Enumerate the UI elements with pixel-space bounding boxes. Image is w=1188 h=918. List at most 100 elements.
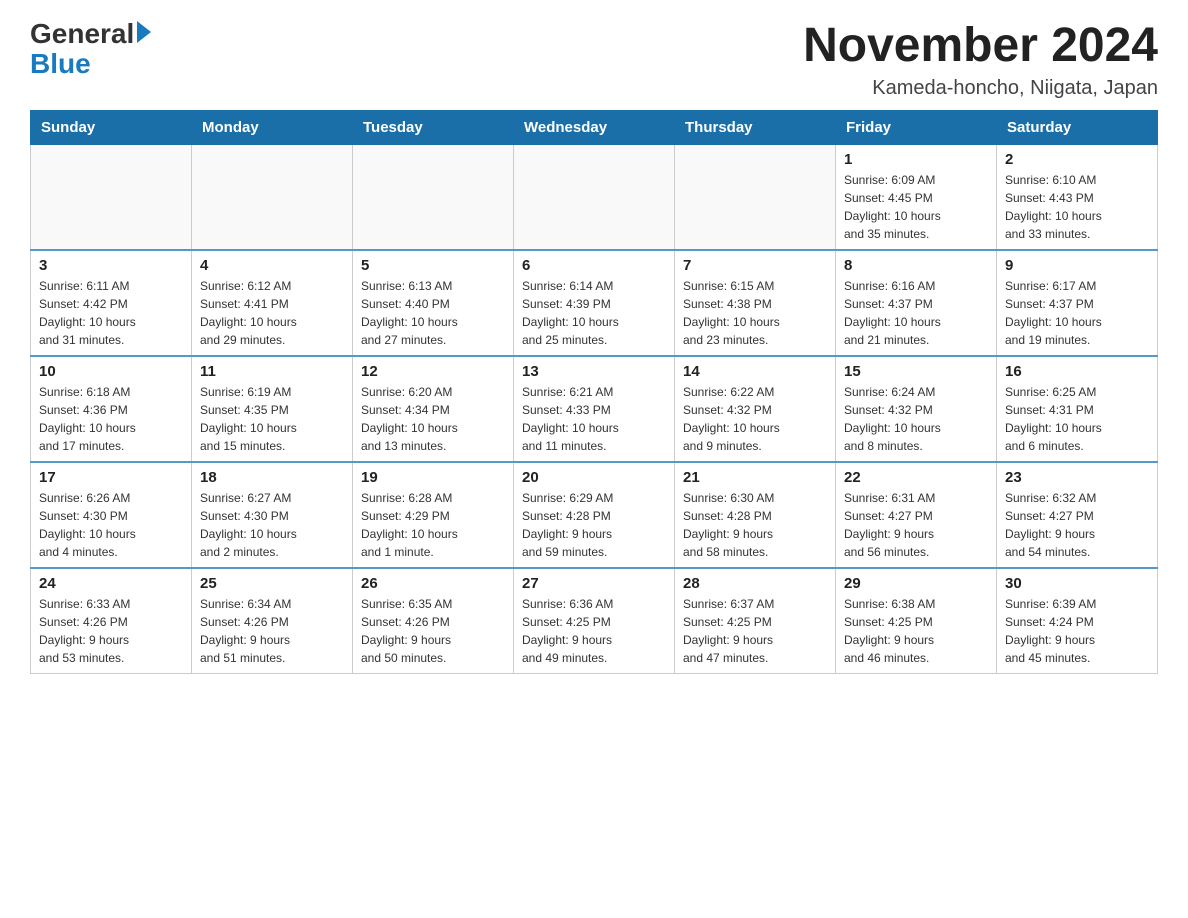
day-info: Sunrise: 6:14 AM Sunset: 4:39 PM Dayligh… <box>522 277 666 349</box>
day-number: 17 <box>39 469 183 486</box>
calendar-cell: 9 Sunrise: 6:17 AM Sunset: 4:37 PM Daylig… <box>997 250 1158 356</box>
day-info: Sunrise: 6:18 AM Sunset: 4:36 PM Dayligh… <box>39 383 183 455</box>
day-info: Sunrise: 6:10 AM Sunset: 4:43 PM Dayligh… <box>1005 171 1149 243</box>
day-info: Sunrise: 6:30 AM Sunset: 4:28 PM Dayligh… <box>683 489 827 561</box>
column-header-tuesday: Tuesday <box>353 110 514 144</box>
day-number: 18 <box>200 469 344 486</box>
title-area: November 2024 Kameda-honcho, Niigata, Ja… <box>803 20 1158 100</box>
calendar-cell: 27 Sunrise: 6:36 AM Sunset: 4:25 PM Dayli… <box>514 568 675 674</box>
calendar-cell: 19Sunrise: 6:28 AM Sunset: 4:29 PM Dayli… <box>353 462 514 568</box>
day-number: 29 <box>844 575 988 592</box>
calendar-week-row: 24Sunrise: 6:33 AM Sunset: 4:26 PM Dayli… <box>31 568 1158 674</box>
logo-arrow-icon <box>137 21 151 43</box>
day-info: Sunrise: 6:36 AM Sunset: 4:25 PM Dayligh… <box>522 595 666 667</box>
calendar-cell: 20 Sunrise: 6:29 AM Sunset: 4:28 PM Dayli… <box>514 462 675 568</box>
calendar-cell: 15 Sunrise: 6:24 AM Sunset: 4:32 PM Dayli… <box>836 356 997 462</box>
day-info: Sunrise: 6:22 AM Sunset: 4:32 PM Dayligh… <box>683 383 827 455</box>
day-info: Sunrise: 6:21 AM Sunset: 4:33 PM Dayligh… <box>522 383 666 455</box>
column-header-thursday: Thursday <box>675 110 836 144</box>
day-number: 5 <box>361 257 505 274</box>
calendar-cell: 6 Sunrise: 6:14 AM Sunset: 4:39 PM Daylig… <box>514 250 675 356</box>
calendar-cell: 14 Sunrise: 6:22 AM Sunset: 4:32 PM Dayli… <box>675 356 836 462</box>
calendar-cell: 8 Sunrise: 6:16 AM Sunset: 4:37 PM Daylig… <box>836 250 997 356</box>
day-info: Sunrise: 6:20 AM Sunset: 4:34 PM Dayligh… <box>361 383 505 455</box>
calendar-cell: 30 Sunrise: 6:39 AM Sunset: 4:24 PM Dayli… <box>997 568 1158 674</box>
location: Kameda-honcho, Niigata, Japan <box>803 77 1158 100</box>
day-info: Sunrise: 6:35 AM Sunset: 4:26 PM Dayligh… <box>361 595 505 667</box>
calendar-cell <box>192 144 353 250</box>
day-number: 13 <box>522 363 666 380</box>
calendar-cell: 26 Sunrise: 6:35 AM Sunset: 4:26 PM Dayli… <box>353 568 514 674</box>
calendar-cell: 13 Sunrise: 6:21 AM Sunset: 4:33 PM Dayli… <box>514 356 675 462</box>
calendar-cell: 25 Sunrise: 6:34 AM Sunset: 4:26 PM Dayli… <box>192 568 353 674</box>
day-info: Sunrise: 6:39 AM Sunset: 4:24 PM Dayligh… <box>1005 595 1149 667</box>
calendar-week-row: 1 Sunrise: 6:09 AM Sunset: 4:45 PM Daylig… <box>31 144 1158 250</box>
day-number: 11 <box>200 363 344 380</box>
calendar-week-row: 3Sunrise: 6:11 AM Sunset: 4:42 PM Daylig… <box>31 250 1158 356</box>
calendar-cell: 12 Sunrise: 6:20 AM Sunset: 4:34 PM Dayli… <box>353 356 514 462</box>
calendar-cell: 21 Sunrise: 6:30 AM Sunset: 4:28 PM Dayli… <box>675 462 836 568</box>
calendar-cell: 7Sunrise: 6:15 AM Sunset: 4:38 PM Daylig… <box>675 250 836 356</box>
month-title: November 2024 <box>803 20 1158 73</box>
calendar-cell: 17 Sunrise: 6:26 AM Sunset: 4:30 PM Dayli… <box>31 462 192 568</box>
day-info: Sunrise: 6:19 AM Sunset: 4:35 PM Dayligh… <box>200 383 344 455</box>
calendar-cell: 24Sunrise: 6:33 AM Sunset: 4:26 PM Dayli… <box>31 568 192 674</box>
day-number: 15 <box>844 363 988 380</box>
calendar-cell: 23Sunrise: 6:32 AM Sunset: 4:27 PM Dayli… <box>997 462 1158 568</box>
calendar-cell: 29 Sunrise: 6:38 AM Sunset: 4:25 PM Dayli… <box>836 568 997 674</box>
day-number: 16 <box>1005 363 1149 380</box>
day-info: Sunrise: 6:32 AM Sunset: 4:27 PM Dayligh… <box>1005 489 1149 561</box>
day-number: 21 <box>683 469 827 486</box>
day-info: Sunrise: 6:16 AM Sunset: 4:37 PM Dayligh… <box>844 277 988 349</box>
day-number: 25 <box>200 575 344 592</box>
day-number: 12 <box>361 363 505 380</box>
day-info: Sunrise: 6:26 AM Sunset: 4:30 PM Dayligh… <box>39 489 183 561</box>
day-info: Sunrise: 6:27 AM Sunset: 4:30 PM Dayligh… <box>200 489 344 561</box>
logo-line2: Blue <box>30 48 91 80</box>
calendar-week-row: 10 Sunrise: 6:18 AM Sunset: 4:36 PM Dayli… <box>31 356 1158 462</box>
calendar-table: SundayMondayTuesdayWednesdayThursdayFrid… <box>30 110 1158 674</box>
day-info: Sunrise: 6:34 AM Sunset: 4:26 PM Dayligh… <box>200 595 344 667</box>
calendar-cell: 28 Sunrise: 6:37 AM Sunset: 4:25 PM Dayli… <box>675 568 836 674</box>
day-info: Sunrise: 6:38 AM Sunset: 4:25 PM Dayligh… <box>844 595 988 667</box>
day-number: 27 <box>522 575 666 592</box>
calendar-cell: 2Sunrise: 6:10 AM Sunset: 4:43 PM Daylig… <box>997 144 1158 250</box>
page-header: General Blue November 2024 Kameda-honcho… <box>30 20 1158 100</box>
day-info: Sunrise: 6:15 AM Sunset: 4:38 PM Dayligh… <box>683 277 827 349</box>
calendar-cell: 5 Sunrise: 6:13 AM Sunset: 4:40 PM Daylig… <box>353 250 514 356</box>
day-number: 4 <box>200 257 344 274</box>
column-header-wednesday: Wednesday <box>514 110 675 144</box>
day-info: Sunrise: 6:29 AM Sunset: 4:28 PM Dayligh… <box>522 489 666 561</box>
calendar-cell: 1 Sunrise: 6:09 AM Sunset: 4:45 PM Daylig… <box>836 144 997 250</box>
day-number: 3 <box>39 257 183 274</box>
day-info: Sunrise: 6:09 AM Sunset: 4:45 PM Dayligh… <box>844 171 988 243</box>
day-number: 20 <box>522 469 666 486</box>
day-info: Sunrise: 6:12 AM Sunset: 4:41 PM Dayligh… <box>200 277 344 349</box>
calendar-cell <box>31 144 192 250</box>
day-number: 26 <box>361 575 505 592</box>
calendar-cell: 22Sunrise: 6:31 AM Sunset: 4:27 PM Dayli… <box>836 462 997 568</box>
logo-line1: General <box>30 20 134 48</box>
day-info: Sunrise: 6:37 AM Sunset: 4:25 PM Dayligh… <box>683 595 827 667</box>
calendar-cell: 3Sunrise: 6:11 AM Sunset: 4:42 PM Daylig… <box>31 250 192 356</box>
day-number: 28 <box>683 575 827 592</box>
day-number: 1 <box>844 151 988 168</box>
day-number: 10 <box>39 363 183 380</box>
calendar-cell: 10 Sunrise: 6:18 AM Sunset: 4:36 PM Dayli… <box>31 356 192 462</box>
day-number: 8 <box>844 257 988 274</box>
day-number: 9 <box>1005 257 1149 274</box>
day-info: Sunrise: 6:28 AM Sunset: 4:29 PM Dayligh… <box>361 489 505 561</box>
day-number: 30 <box>1005 575 1149 592</box>
day-info: Sunrise: 6:13 AM Sunset: 4:40 PM Dayligh… <box>361 277 505 349</box>
day-number: 14 <box>683 363 827 380</box>
calendar-cell: 18 Sunrise: 6:27 AM Sunset: 4:30 PM Dayli… <box>192 462 353 568</box>
day-info: Sunrise: 6:17 AM Sunset: 4:37 PM Dayligh… <box>1005 277 1149 349</box>
day-info: Sunrise: 6:24 AM Sunset: 4:32 PM Dayligh… <box>844 383 988 455</box>
column-header-sunday: Sunday <box>31 110 192 144</box>
logo: General Blue <box>30 20 151 80</box>
day-number: 6 <box>522 257 666 274</box>
calendar-cell <box>514 144 675 250</box>
day-info: Sunrise: 6:25 AM Sunset: 4:31 PM Dayligh… <box>1005 383 1149 455</box>
day-info: Sunrise: 6:33 AM Sunset: 4:26 PM Dayligh… <box>39 595 183 667</box>
calendar-cell: 16 Sunrise: 6:25 AM Sunset: 4:31 PM Dayli… <box>997 356 1158 462</box>
